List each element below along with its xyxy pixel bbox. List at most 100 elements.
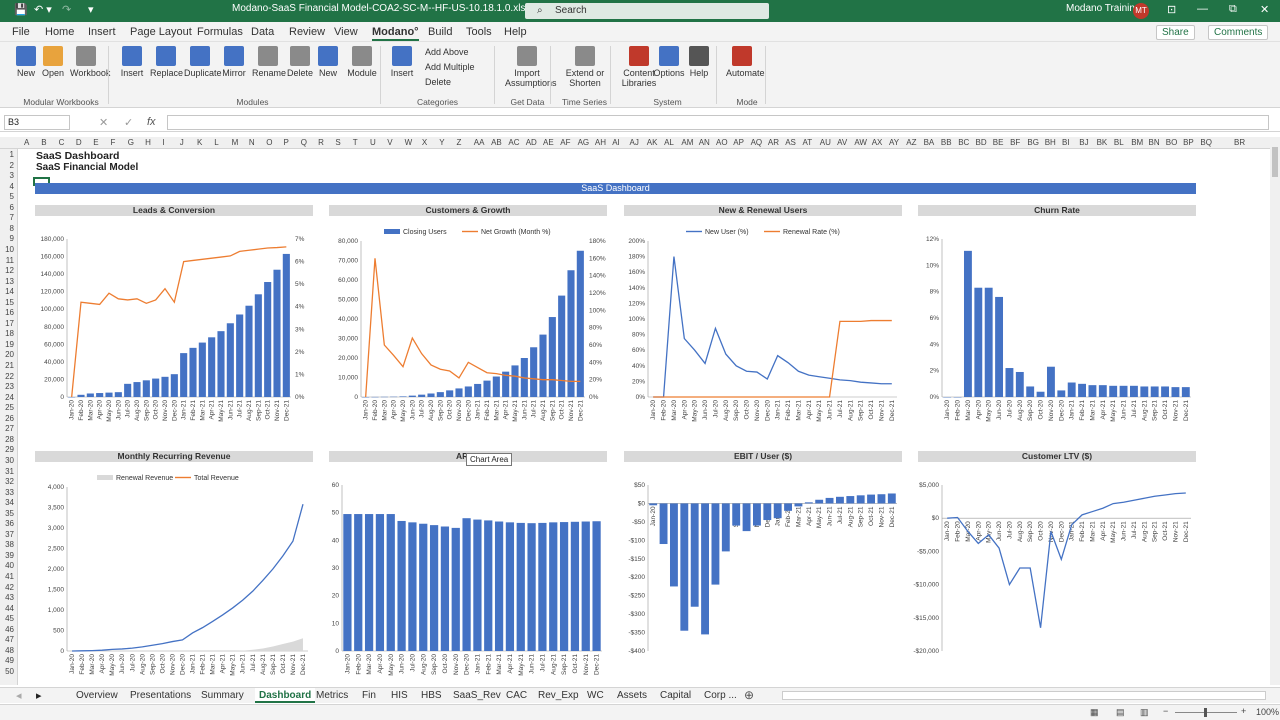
column-header[interactable]: AA xyxy=(474,138,485,147)
column-header[interactable]: J xyxy=(180,138,184,147)
row-header[interactable]: 47 xyxy=(5,635,14,644)
ribbon-button-12[interactable]: Import Assumptions xyxy=(505,46,557,88)
column-header[interactable]: BC xyxy=(958,138,969,147)
column-header[interactable]: AN xyxy=(699,138,710,147)
row-header[interactable]: 26 xyxy=(5,414,14,423)
formula-input[interactable] xyxy=(167,115,1269,130)
row-header[interactable]: 1 xyxy=(10,150,14,159)
next-sheet-icon[interactable]: ▸ xyxy=(36,689,42,702)
row-header[interactable]: 11 xyxy=(6,256,14,265)
row-header[interactable]: 2 xyxy=(10,161,14,170)
vertical-scrollbar[interactable] xyxy=(1270,137,1280,685)
row-header[interactable]: 6 xyxy=(10,203,14,212)
zoom-out-button[interactable]: − xyxy=(1163,706,1168,716)
row-header[interactable]: 9 xyxy=(10,234,14,243)
column-header[interactable]: L xyxy=(214,138,218,147)
column-header[interactable]: N xyxy=(249,138,255,147)
row-header[interactable]: 50 xyxy=(5,667,14,676)
zoom-level[interactable]: 100% xyxy=(1256,707,1279,717)
menu-tab-0[interactable]: File xyxy=(12,26,30,38)
column-header[interactable]: AZ xyxy=(906,138,916,147)
column-header[interactable]: Q xyxy=(301,138,307,147)
column-header[interactable]: BI xyxy=(1062,138,1070,147)
menu-tab-3[interactable]: Page Layout xyxy=(130,26,192,38)
menu-tab-7[interactable]: View xyxy=(334,26,358,38)
row-header[interactable]: 25 xyxy=(5,403,14,412)
column-header[interactable]: K xyxy=(197,138,202,147)
column-header[interactable]: O xyxy=(266,138,272,147)
ribbon-button-6[interactable]: Mirror xyxy=(218,46,250,78)
row-header[interactable]: 48 xyxy=(5,646,14,655)
column-header[interactable]: AJ xyxy=(630,138,639,147)
row-header[interactable]: 34 xyxy=(5,498,14,507)
menu-tab-5[interactable]: Data xyxy=(251,26,274,38)
row-header[interactable]: 15 xyxy=(5,298,14,307)
row-header[interactable]: 7 xyxy=(10,213,14,222)
column-header[interactable]: BH xyxy=(1045,138,1056,147)
column-header[interactable]: V xyxy=(387,138,392,147)
row-header[interactable]: 3 xyxy=(10,171,14,180)
ribbon-button-7[interactable]: Rename xyxy=(252,46,286,78)
autosave-icon[interactable]: 💾 xyxy=(14,3,28,16)
sheet-tab[interactable]: SaaS_Rev xyxy=(453,690,501,701)
column-header[interactable]: D xyxy=(76,138,82,147)
column-header[interactable]: AO xyxy=(716,138,728,147)
column-header[interactable]: AB xyxy=(491,138,502,147)
menu-tab-9[interactable]: Build xyxy=(428,26,452,38)
function-icon[interactable]: fx xyxy=(147,116,156,128)
sheet-tab[interactable]: Overview xyxy=(76,690,118,701)
column-header[interactable]: S xyxy=(335,138,340,147)
column-header[interactable]: AF xyxy=(560,138,570,147)
column-header[interactable]: BD xyxy=(976,138,987,147)
ribbon-button-2[interactable]: Workbook xyxy=(70,46,110,78)
row-header[interactable]: 44 xyxy=(5,604,14,613)
column-header[interactable]: W xyxy=(405,138,413,147)
column-header[interactable]: X xyxy=(422,138,427,147)
row-header[interactable]: 13 xyxy=(5,277,14,286)
sheet-tab[interactable]: Rev_Exp xyxy=(538,690,579,701)
row-header[interactable]: 41 xyxy=(5,572,14,581)
chart-3[interactable]: Churn Rate 0% 2% 4% 6% 8% 10% 12% Jan-20 Feb-20 Ma… xyxy=(918,205,1196,427)
column-header[interactable]: AR xyxy=(768,138,779,147)
column-header[interactable]: P xyxy=(284,138,289,147)
row-header[interactable]: 21 xyxy=(5,361,14,370)
row-header[interactable]: 45 xyxy=(5,614,14,623)
chart-0[interactable]: Leads & Conversion 0 20,000 40,000 60,000 80,… xyxy=(35,205,313,427)
enter-icon[interactable]: ✓ xyxy=(124,116,133,129)
scroll-thumb[interactable] xyxy=(1272,147,1278,177)
ribbon-button-5[interactable]: Duplicate xyxy=(184,46,222,78)
column-header[interactable]: C xyxy=(59,138,65,147)
row-header[interactable]: 31 xyxy=(5,467,14,476)
row-header[interactable]: 17 xyxy=(5,319,14,328)
redo-button[interactable]: ↷ xyxy=(62,3,71,16)
ribbon-button-16[interactable]: Help xyxy=(683,46,715,78)
row-header[interactable]: 36 xyxy=(5,519,14,528)
column-header[interactable]: AE xyxy=(543,138,554,147)
undo-button[interactable]: ↶ ▾ xyxy=(34,3,52,16)
normal-view-icon[interactable]: ▦ xyxy=(1090,707,1099,718)
worksheet[interactable]: SaaS Dashboard SaaS Financial Model SaaS… xyxy=(19,149,1267,685)
chart-1[interactable]: Customers & Growth 0 10,000 20,000 30,000 40,… xyxy=(329,205,607,427)
column-header[interactable]: BA xyxy=(924,138,935,147)
minimize-button[interactable]: — xyxy=(1197,3,1208,15)
column-header[interactable]: AW xyxy=(854,138,867,147)
row-header[interactable]: 32 xyxy=(5,477,14,486)
menu-tab-8[interactable]: Modano° xyxy=(372,26,419,41)
row-header[interactable]: 20 xyxy=(5,350,14,359)
comments-button[interactable]: Comments xyxy=(1208,25,1269,40)
column-header[interactable]: AY xyxy=(889,138,899,147)
row-header[interactable]: 37 xyxy=(5,530,14,539)
avatar[interactable]: MT xyxy=(1133,3,1149,19)
column-header[interactable]: R xyxy=(318,138,324,147)
row-header[interactable]: 19 xyxy=(5,340,14,349)
ribbon-small-button-0[interactable]: Add Above xyxy=(425,47,469,57)
row-header[interactable]: 29 xyxy=(5,445,14,454)
sheet-tab[interactable]: Fin xyxy=(362,690,376,701)
column-header[interactable]: AS xyxy=(785,138,796,147)
sheet-tab[interactable]: Summary xyxy=(201,690,244,701)
row-header[interactable]: 43 xyxy=(5,593,14,602)
column-header[interactable]: BN xyxy=(1149,138,1160,147)
cancel-icon[interactable]: ✕ xyxy=(99,116,108,129)
chart-4[interactable]: Monthly Recurring Revenue 0 500 1,000 1,500 2… xyxy=(35,451,313,676)
row-header[interactable]: 18 xyxy=(5,329,14,338)
